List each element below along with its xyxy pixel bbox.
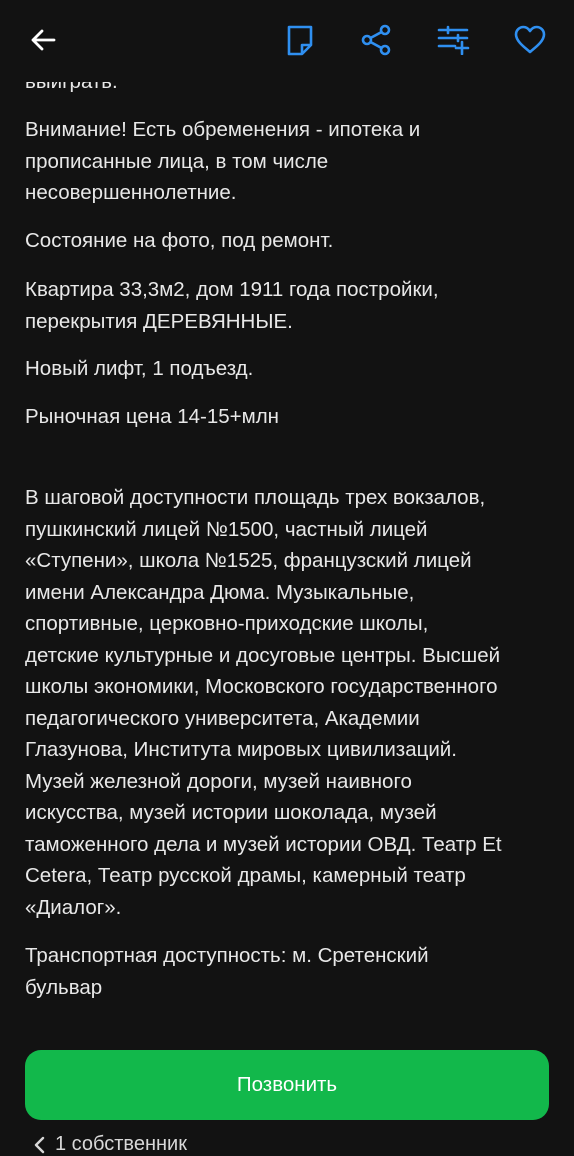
note-button[interactable] <box>278 18 322 62</box>
description-paragraph: Состояние на фото, под ремонт. <box>25 229 334 252</box>
owner-info[interactable]: 1 собственник <box>33 1133 187 1156</box>
compare-button[interactable] <box>431 18 475 62</box>
back-button[interactable] <box>21 18 65 62</box>
description-paragraph: Рыночная цена 14-15+млн <box>25 405 279 428</box>
note-icon <box>287 25 313 56</box>
description-paragraph: Квартира 33,3м2, дом 1911 года постройки… <box>25 278 439 333</box>
toolbar <box>0 0 574 82</box>
call-button[interactable]: Позвонить <box>25 1050 549 1120</box>
favorite-button[interactable] <box>508 18 552 62</box>
heart-icon <box>514 25 546 54</box>
listing-description: выиграть. Внимание! Есть обременения - и… <box>0 0 574 1146</box>
description-paragraph: Внимание! Есть обременения - ипотека и п… <box>25 118 421 204</box>
chevron-left-icon <box>34 1136 45 1153</box>
description-paragraph: Транспортная доступность: м. Сретенский … <box>25 944 429 999</box>
arrow-left-icon <box>31 29 56 51</box>
share-icon <box>361 24 391 56</box>
owner-count-label: 1 собственник <box>55 1133 187 1155</box>
compare-list-icon <box>437 25 470 55</box>
description-paragraph: Новый лифт, 1 подъезд. <box>25 357 254 380</box>
share-button[interactable] <box>354 18 398 62</box>
description-paragraph: В шаговой доступности площадь трех вокза… <box>25 486 502 919</box>
